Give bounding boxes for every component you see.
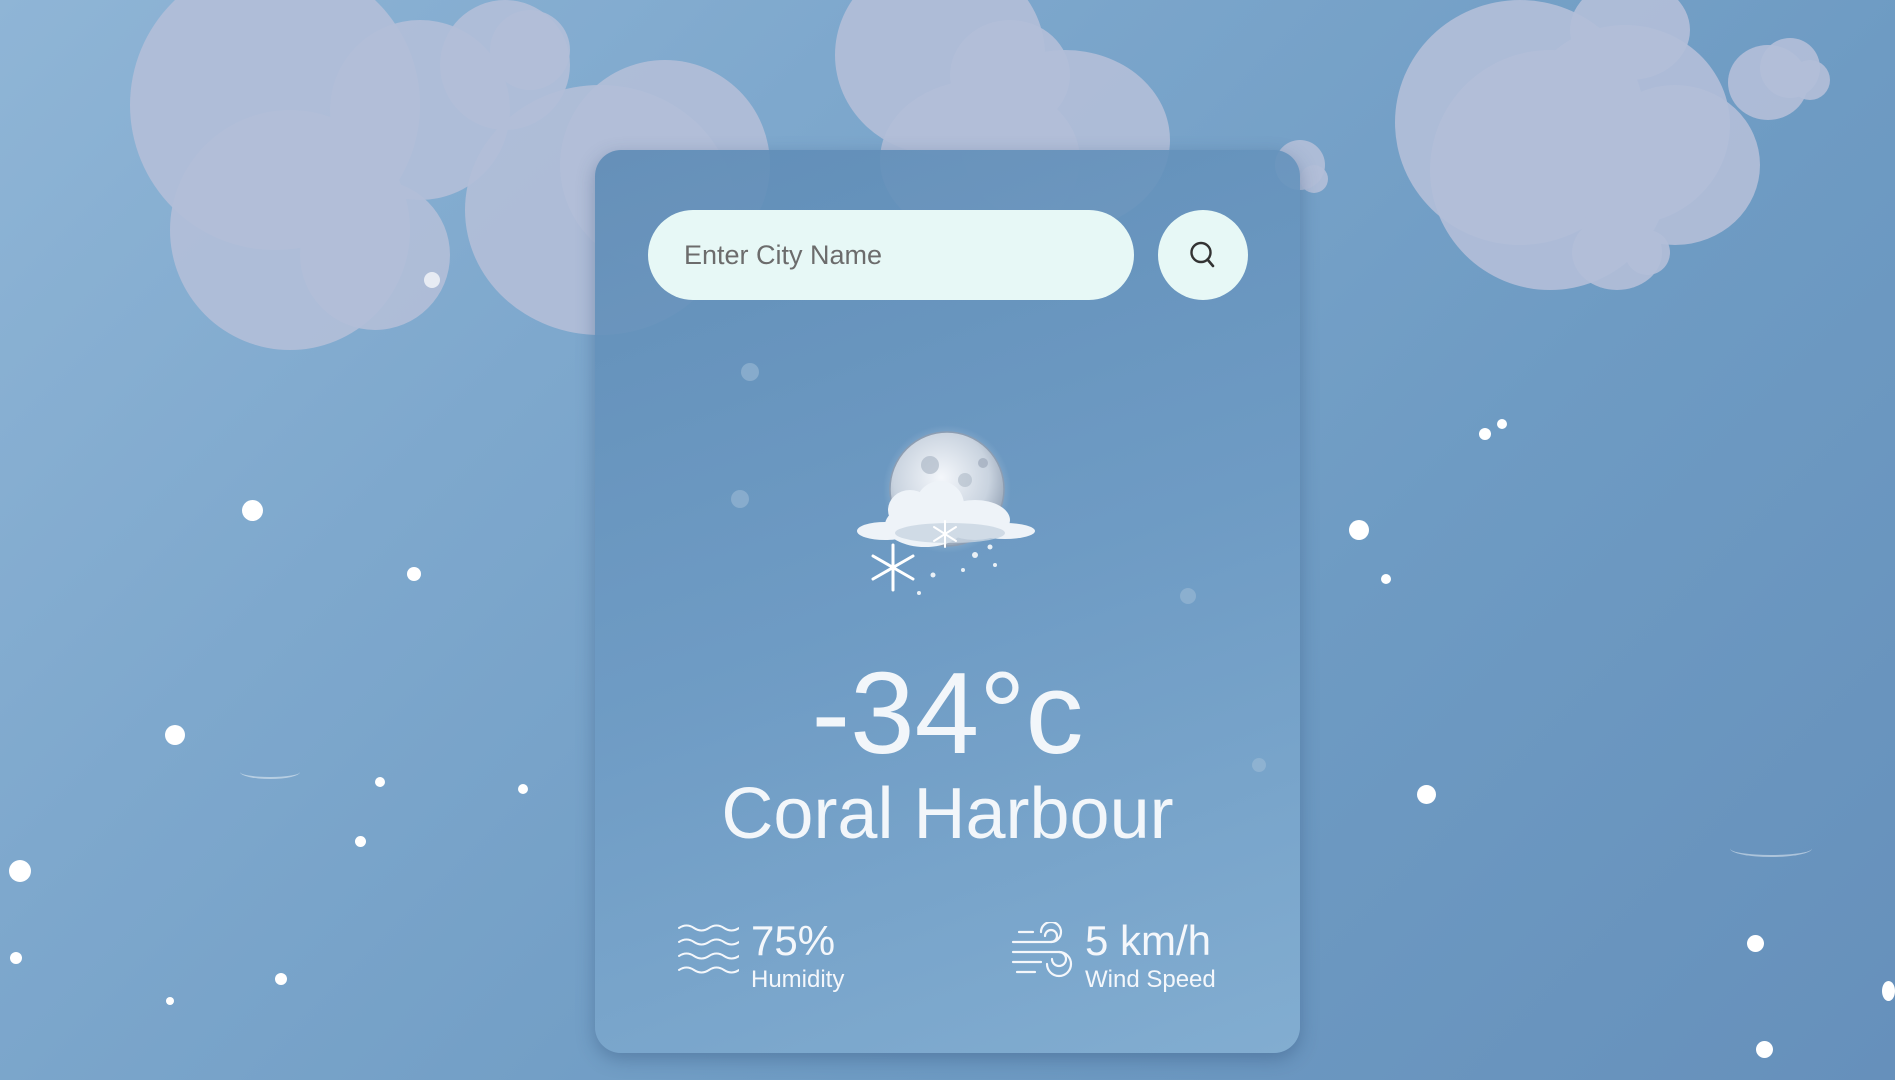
faint-snow-dot [731, 490, 749, 508]
weather-card: -34°c Coral Harbour 75% Humidity [595, 150, 1300, 1053]
wind-speed-value: 5 km/h [1085, 917, 1212, 964]
snowy-night-icon [855, 425, 1040, 600]
wind-detail: 5 km/h Wind Speed [1011, 920, 1216, 992]
faint-snow-dot [741, 363, 759, 381]
humidity-detail: 75% Humidity [677, 920, 844, 992]
city-search-input[interactable] [648, 210, 1134, 300]
city-name: Coral Harbour [721, 774, 1174, 854]
search-button[interactable] [1158, 210, 1248, 300]
humidity-value: 75% [751, 917, 836, 964]
faint-snow-dot [1180, 588, 1196, 604]
wind-icon [1011, 920, 1073, 984]
humidity-waves-icon [677, 922, 740, 982]
wind-speed-label: Wind Speed [1085, 966, 1216, 993]
search-icon [1188, 240, 1218, 270]
humidity-label: Humidity [751, 966, 845, 993]
temperature: -34°c [811, 648, 1084, 778]
